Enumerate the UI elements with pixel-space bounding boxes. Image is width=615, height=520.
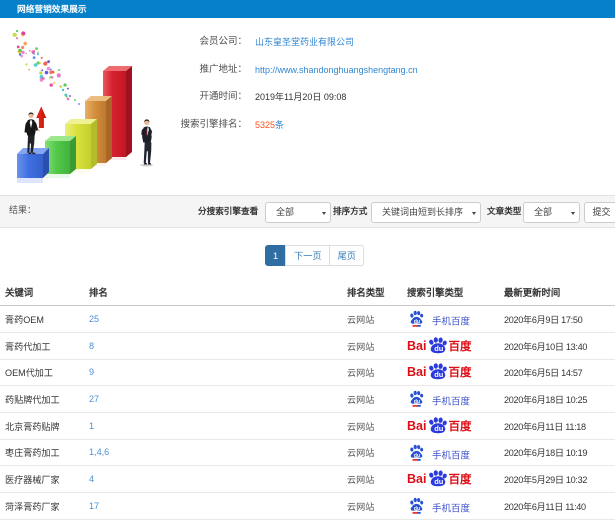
svg-text:百度: 百度 [449,419,472,433]
svg-text:du: du [434,477,444,486]
svg-text:du: du [414,506,420,512]
svg-text:du: du [414,399,420,405]
svg-text:du: du [414,453,420,459]
svg-text:du: du [434,371,444,380]
svg-text:du: du [414,319,420,325]
svg-text:百度: 百度 [449,472,472,486]
svg-text:du: du [434,424,444,433]
svg-text:Bai: Bai [407,365,426,379]
svg-text:Bai: Bai [407,472,426,486]
svg-text:Bai: Bai [407,419,426,433]
svg-text:百度: 百度 [449,339,472,353]
svg-text:du: du [434,344,444,353]
svg-text:百度: 百度 [449,366,472,380]
svg-text:Bai: Bai [407,339,426,353]
